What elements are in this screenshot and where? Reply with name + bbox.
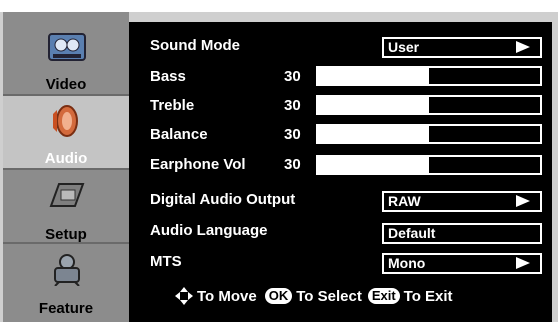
select-hint-text: To Select: [296, 287, 362, 305]
earphone-vol-value: 30: [284, 156, 301, 173]
digital-audio-output-label: Digital Audio Output: [150, 191, 296, 208]
video-film-icon: [48, 33, 86, 61]
earphone-vol-slider[interactable]: [316, 155, 542, 175]
sound-mode-select[interactable]: User: [382, 37, 542, 58]
sound-mode-label: Sound Mode: [150, 37, 240, 54]
ok-key-icon: OK: [264, 288, 293, 304]
tab-label-feature: Feature: [38, 300, 94, 317]
balance-value: 30: [284, 126, 301, 143]
tab-feature[interactable]: Feature: [3, 244, 129, 322]
right-arrow-icon[interactable]: [516, 257, 530, 269]
bass-label: Bass: [150, 68, 186, 85]
treble-slider-fill: [318, 97, 429, 113]
tab-audio[interactable]: Audio: [3, 96, 129, 170]
bass-slider[interactable]: [316, 66, 542, 86]
exit-hint-text: To Exit: [403, 287, 453, 305]
mts-label: MTS: [150, 253, 182, 270]
audio-language-label: Audio Language: [150, 222, 268, 239]
tab-label-video: Video: [45, 76, 87, 93]
treble-slider[interactable]: [316, 95, 542, 115]
four-way-arrow-icon: [175, 287, 193, 305]
tab-label-setup: Setup: [45, 226, 87, 243]
right-arrow-icon[interactable]: [516, 41, 530, 53]
mts-value: Mono: [388, 255, 426, 271]
bass-value: 30: [284, 68, 301, 85]
balance-slider[interactable]: [316, 124, 542, 144]
tab-video[interactable]: Video: [3, 22, 129, 96]
sound-mode-value: User: [388, 39, 420, 55]
balance-slider-fill: [318, 126, 429, 142]
right-arrow-icon[interactable]: [516, 195, 530, 207]
speaker-icon: [53, 105, 78, 137]
treble-value: 30: [284, 97, 301, 114]
digital-audio-output-value: RAW: [388, 193, 421, 209]
earphone-vol-slider-fill: [318, 157, 429, 173]
audio-language-value: Default: [388, 225, 436, 241]
digital-audio-output-select[interactable]: RAW: [382, 191, 542, 212]
move-hint-text: To Move: [197, 287, 257, 305]
earphone-vol-label: Earphone Vol: [150, 156, 246, 173]
exit-key-icon: Exit: [367, 288, 400, 304]
tab-setup[interactable]: Setup: [3, 170, 129, 244]
audio-language-select[interactable]: Default: [382, 223, 542, 244]
footer-hints: To Move OK To Select Exit To Exit: [175, 287, 453, 305]
mts-select[interactable]: Mono: [382, 253, 542, 274]
feature-robot-icon: [54, 254, 80, 286]
tab-label-audio: Audio: [44, 150, 88, 167]
setup-keyboard-icon: [49, 183, 85, 207]
balance-label: Balance: [150, 126, 208, 143]
bass-slider-fill: [318, 68, 429, 84]
treble-label: Treble: [150, 97, 195, 114]
